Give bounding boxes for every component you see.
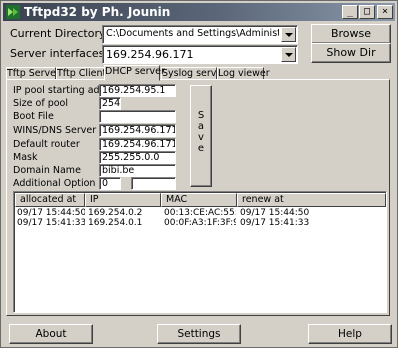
additional-option-value-input[interactable] bbox=[131, 177, 176, 190]
server-interfaces-label: Server interfaces bbox=[10, 47, 105, 60]
save-letter: e bbox=[197, 143, 205, 154]
ip-cell: 169.254.0.1 bbox=[88, 218, 143, 228]
domain-name-input[interactable]: bibi.be bbox=[99, 164, 176, 177]
help-button[interactable]: Help bbox=[308, 324, 392, 344]
chevron-down-icon[interactable] bbox=[281, 27, 296, 42]
mac-cell: 00:13:CE:AC:55:... bbox=[164, 208, 236, 218]
wins-dns-input[interactable]: 169.254.96.171 bbox=[99, 124, 176, 137]
save-letter: v bbox=[198, 132, 204, 143]
allocated-at-cell: 09/17 15:41:33 bbox=[17, 218, 85, 228]
default-router-label: Default router bbox=[13, 139, 80, 150]
tftpd-app-icon bbox=[6, 5, 20, 19]
server-interfaces-value: 169.254.96.171 bbox=[106, 48, 194, 61]
app-window: Tftpd32 by Ph. Jounin _ □ × Current Dire… bbox=[0, 0, 398, 348]
server-interfaces-combo[interactable]: 169.254.96.171 bbox=[102, 45, 298, 64]
default-router-input[interactable]: 169.254.96.171 bbox=[99, 138, 176, 151]
column-header-allocated-at[interactable]: allocated at bbox=[15, 193, 85, 207]
save-letter: a bbox=[197, 121, 205, 132]
current-directory-value: C:\Documents and Settings\Administrator\… bbox=[106, 28, 279, 39]
minimize-button[interactable]: _ bbox=[342, 5, 358, 19]
mask-label: Mask bbox=[13, 152, 38, 163]
save-button[interactable]: S a v e bbox=[190, 85, 212, 187]
renew-at-cell: 09/17 15:44:50 bbox=[240, 208, 310, 218]
window-title: Tftpd32 by Ph. Jounin bbox=[24, 5, 171, 19]
current-directory-combo[interactable]: C:\Documents and Settings\Administrator\… bbox=[102, 25, 298, 44]
mask-input[interactable]: 255.255.0.0 bbox=[99, 151, 176, 164]
close-button[interactable]: × bbox=[377, 5, 393, 19]
boot-file-label: Boot File bbox=[13, 111, 54, 122]
column-header-ip[interactable]: IP bbox=[85, 193, 161, 207]
pool-size-label: Size of pool bbox=[13, 98, 68, 109]
about-button[interactable]: About bbox=[9, 324, 93, 344]
additional-option-number-input[interactable]: 0 bbox=[99, 177, 121, 190]
tab-dhcp-server[interactable]: DHCP server bbox=[104, 65, 165, 81]
additional-option-label: Additional Option bbox=[13, 178, 96, 189]
maximize-button[interactable]: □ bbox=[359, 5, 375, 19]
title-bar[interactable]: Tftpd32 by Ph. Jounin _ □ × bbox=[3, 3, 395, 21]
mac-cell: 00:0F:A3:1F:3F:99 bbox=[164, 218, 236, 228]
show-dir-button[interactable]: Show Dir bbox=[311, 43, 391, 63]
save-letter: S bbox=[197, 110, 205, 121]
chevron-down-icon[interactable] bbox=[281, 47, 296, 62]
domain-name-label: Domain Name bbox=[13, 165, 81, 176]
browse-button[interactable]: Browse bbox=[311, 24, 391, 44]
tab-strip: Tftp Server Tftp Client DHCP server Sysl… bbox=[6, 65, 390, 81]
column-header-renew-at[interactable]: renew at bbox=[237, 193, 386, 207]
ip-cell: 169.254.0.2 bbox=[88, 208, 143, 218]
allocated-at-cell: 09/17 15:44:50 bbox=[17, 208, 85, 218]
pool-size-input[interactable]: 254 bbox=[99, 97, 121, 110]
dhcp-leases-list[interactable]: allocated at IP MAC renew at 09/17 15:44… bbox=[13, 191, 387, 313]
boot-file-input[interactable] bbox=[99, 110, 176, 123]
settings-button[interactable]: Settings bbox=[157, 324, 241, 344]
ip-pool-start-input[interactable]: 169.254.95.1 bbox=[99, 84, 176, 97]
column-header-mac[interactable]: MAC bbox=[161, 193, 237, 207]
wins-dns-label: WINS/DNS Server bbox=[13, 125, 97, 136]
renew-at-cell: 09/17 15:41:33 bbox=[240, 218, 310, 228]
current-directory-label: Current Directory bbox=[10, 27, 106, 40]
